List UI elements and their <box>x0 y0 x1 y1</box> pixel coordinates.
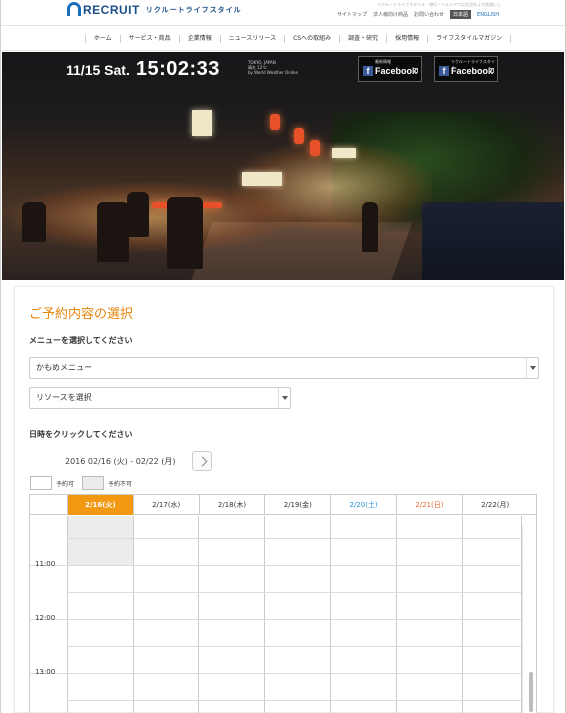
booking-calendar: 2/16(火) 2/17(水) 2/18(木) 2/19(金) 2/20(土) … <box>29 494 537 713</box>
clock-display: 11/15 Sat. 15:02:33 <box>66 58 220 81</box>
facebook-icon: f <box>363 66 373 76</box>
recruit-logo[interactable]: RECRUIT リクルートライフスタイル <box>67 2 242 18</box>
logo-jp-text: リクルートライフスタイル <box>145 6 242 14</box>
nav-item-company[interactable]: 企業情報 <box>178 35 220 43</box>
day-header-today: 2/16(火) <box>67 495 133 515</box>
resource-select[interactable]: リソースを選択 <box>29 387 291 409</box>
utility-links: サイトマップ 法人様向け商品 お問い合わせ 日本語 ENGLISH <box>337 10 499 19</box>
calendar-header: 2/16(火) 2/17(水) 2/18(木) 2/19(金) 2/20(土) … <box>30 495 536 515</box>
clock-date: 11/15 Sat. <box>66 62 130 78</box>
day-header: 2/18(木) <box>198 495 265 515</box>
hero-image: 11/15 Sat. 15:02:33 TOKYO, JAPAN 晴れ 12℃ … <box>2 52 564 280</box>
day-header: 2/19(金) <box>264 495 330 515</box>
day-header: 2/17(水) <box>132 495 199 515</box>
hour-label: 11:00 <box>35 560 56 568</box>
legend-unavailable-label: 予約不可 <box>108 481 133 488</box>
menu-select[interactable]: かもめメニュー <box>29 357 539 379</box>
day-header: 2/22(月) <box>461 495 528 515</box>
calendar-grid[interactable]: 11:00 12:00 13:00 <box>30 516 536 713</box>
lang-english-link[interactable]: ENGLISH <box>477 12 499 18</box>
facebook-icon: f <box>439 66 449 76</box>
dropdown-arrow-icon <box>278 388 290 408</box>
hour-label: 12:00 <box>35 614 56 622</box>
contact-link[interactable]: お問い合わせ <box>414 11 444 18</box>
nav-item-services[interactable]: サービス・商品 <box>119 35 179 43</box>
legend-available-swatch <box>30 476 52 490</box>
lang-japanese-button[interactable]: 日本語 <box>450 10 472 19</box>
logo-arc-icon <box>67 2 81 18</box>
external-link-icon <box>413 68 418 73</box>
menu-label: メニューを選択してください <box>29 336 133 345</box>
weather-info: TOKYO, JAPAN 晴れ 12℃ by World Weather Onl… <box>248 60 298 75</box>
day-header-saturday: 2/20(土) <box>330 495 396 515</box>
nav-item-recruit[interactable]: 採用情報 <box>386 35 427 43</box>
nav-item-magazine[interactable]: ライフスタイルマガジン <box>427 35 512 43</box>
reservation-panel: ご予約内容の選択 メニューを選択してください かもめメニュー リソースを選択 日… <box>14 286 554 713</box>
legend-available-label: 予約可 <box>56 481 75 488</box>
datetime-label: 日時をクリックしてください <box>29 430 133 439</box>
sitemap-link[interactable]: サイトマップ <box>337 11 367 18</box>
external-link-icon <box>489 68 494 73</box>
nav-item-news[interactable]: ニュースリリース <box>219 35 284 43</box>
page-title: ご予約内容の選択 <box>29 307 134 322</box>
hour-label: 13:00 <box>35 668 56 676</box>
nav-item-home[interactable]: ホーム <box>84 35 120 43</box>
site-header: RECRUIT リクルートライフスタイル リクルートライフスタイル・旅行・ヘルシ… <box>1 0 565 26</box>
calendar-scroll-thumb[interactable] <box>529 672 533 712</box>
unavailable-slot <box>68 516 133 565</box>
corporate-link[interactable]: 法人様向け商品 <box>373 11 408 18</box>
header-tagline: リクルートライフスタイル・旅行・ヘルシアでは生活をより快適にし <box>377 2 501 7</box>
facebook-button-2[interactable]: リクルートライフスタイル f Facebook <box>434 56 498 82</box>
logo-text: RECRUIT <box>83 3 140 17</box>
clock-time: 15:02:33 <box>135 58 220 80</box>
day-header-sunday: 2/21(日) <box>395 495 462 515</box>
nav-item-cs[interactable]: CSへの取組み <box>284 35 339 43</box>
nav-item-research[interactable]: 調査・研究 <box>339 35 386 43</box>
next-week-button[interactable] <box>192 451 212 471</box>
legend-unavailable-swatch <box>82 476 104 490</box>
date-range: 2016 02/16 (火) - 02/22 (月) <box>65 457 176 466</box>
facebook-button-1[interactable]: 最新情報 f Facebook <box>358 56 422 82</box>
global-nav: ホーム サービス・商品 企業情報 ニュースリリース CSへの取組み 調査・研究 … <box>1 27 565 51</box>
dropdown-arrow-icon <box>526 358 538 378</box>
